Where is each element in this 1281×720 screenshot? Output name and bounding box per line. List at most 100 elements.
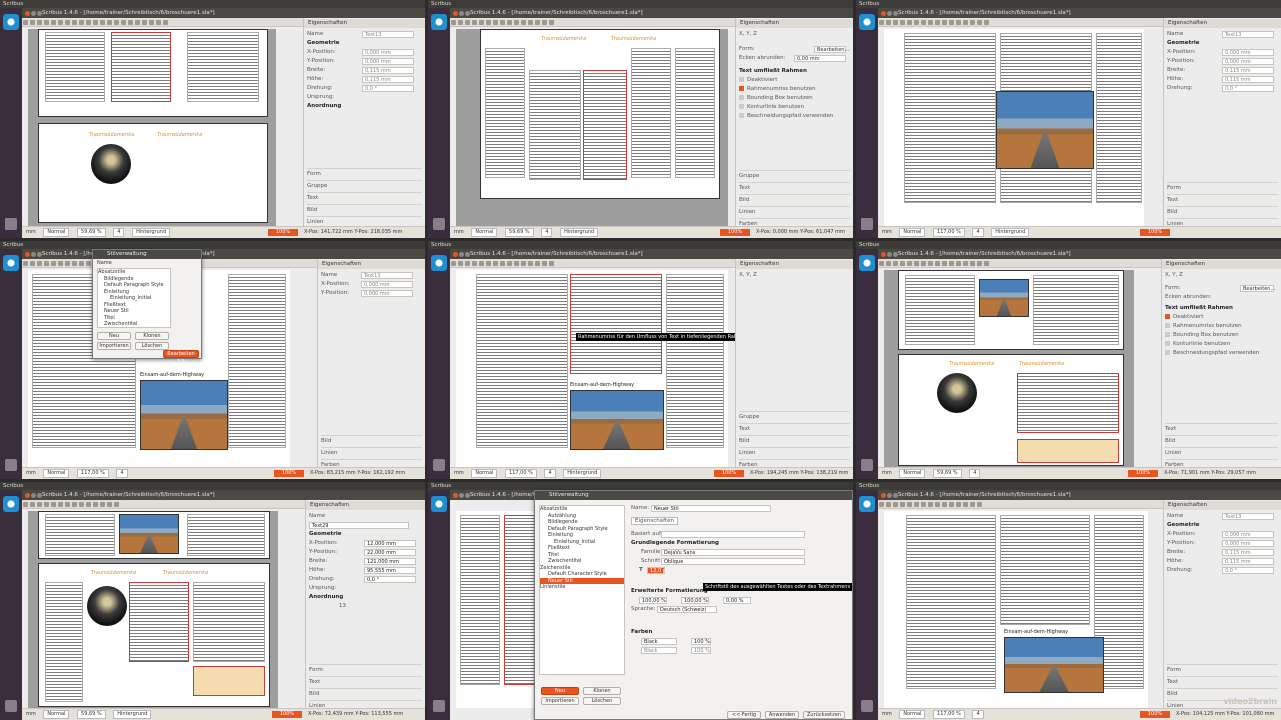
unit-select[interactable]: mm [454,229,464,235]
wrap-option[interactable]: Beschneidungspfad verwenden [1165,349,1278,358]
road-image[interactable] [140,380,228,450]
tree-item[interactable]: Linienstile [540,584,624,591]
xpos-field[interactable]: 0,000 mm [361,281,413,288]
scribus-app-icon[interactable] [431,255,447,271]
unit-select[interactable]: mm [882,470,892,476]
document-canvas[interactable]: Einsam-auf-dem-Highway [884,511,1148,708]
xyz-tab[interactable]: X, Y, Z [739,30,850,39]
style-tree[interactable]: Absatzstile Aufzählung Bildlegende Defau… [539,505,625,675]
window-controls[interactable] [881,10,899,18]
section-text[interactable]: Text [309,676,422,686]
trash-icon[interactable] [433,700,445,712]
import-button[interactable]: Importieren [541,697,579,705]
wrap-option[interactable]: Rahmenumriss benutzen [739,85,850,94]
fill-color-select[interactable]: Black [641,638,677,645]
tracking-field[interactable]: 0,00 % [723,597,751,604]
delete-button[interactable]: Löschen [135,342,169,350]
name-field[interactable]: Text29 [309,522,409,529]
xpos-field[interactable]: 12,000 mm [364,540,416,547]
tree-item[interactable]: Zwischentitel [98,321,170,327]
document-canvas[interactable] [884,29,1144,226]
unit-select[interactable]: mm [26,470,36,476]
style-tree[interactable]: Absatzstile Bildlegende Default Paragrap… [97,268,171,328]
trash-icon[interactable] [5,459,17,471]
section-group[interactable]: Gruppe [739,411,850,421]
zoom-field[interactable]: 117,00 % [933,228,965,237]
section-form[interactable]: Form [309,664,422,674]
section-image[interactable]: Bild [739,194,850,204]
name-field[interactable]: Text13 [1222,513,1274,520]
zoom-field[interactable]: 59,69 % [77,710,106,719]
scribus-app-icon[interactable] [859,14,875,30]
xpos-field[interactable]: 0,000 mm [362,49,414,56]
section-form[interactable]: Form [1167,182,1278,192]
ypos-field[interactable]: 0,000 mm [1222,540,1274,547]
wrap-option[interactable]: Bounding Box benutzen [1165,331,1278,340]
page-field[interactable]: 4 [969,469,981,478]
apply-button[interactable]: Anwenden [765,711,799,719]
page-field[interactable]: 4 [544,469,556,478]
layer-select[interactable]: Hintergrund [132,228,171,237]
page-field[interactable]: 4 [113,228,125,237]
zoom-field[interactable]: 117,00 % [505,469,537,478]
trash-icon[interactable] [5,218,17,230]
unit-select[interactable]: mm [882,711,892,717]
new-style-button[interactable]: Neu [541,687,579,695]
scribus-app-icon[interactable] [3,255,19,271]
section-text[interactable]: Text [739,423,850,433]
section-image[interactable]: Bild [321,435,422,445]
section-image[interactable]: Bild [739,435,850,445]
xpos-field[interactable]: 0,000 mm [1222,49,1274,56]
section-group[interactable]: Gruppe [739,170,850,180]
page-field[interactable]: 4 [972,710,984,719]
unit-select[interactable]: mm [882,229,892,235]
wrap-option[interactable]: Deaktiviert [1165,313,1278,322]
clone-button[interactable]: Klonen [135,332,169,340]
road-image[interactable] [1004,637,1104,693]
road-image[interactable] [570,390,664,450]
unit-select[interactable]: mm [454,470,464,476]
rotation-field[interactable]: 0,0 ° [364,576,416,583]
scribus-app-icon[interactable] [3,496,19,512]
trash-icon[interactable] [861,218,873,230]
section-text[interactable]: Text [1167,194,1278,204]
section-lines[interactable]: Linien [1165,447,1278,457]
height-field[interactable]: 0,115 mm [362,76,414,83]
corners-field[interactable]: 0,00 mm [794,55,846,62]
page-field[interactable]: 4 [972,228,984,237]
scribus-app-icon[interactable] [859,496,875,512]
mode-select[interactable]: Normal [899,228,926,237]
window-controls[interactable] [453,10,471,18]
edit-shape-button[interactable]: Bearbeiten... [814,46,849,53]
style-name-field[interactable]: Neuer Stil [651,505,771,512]
clone-button[interactable]: Klonen [583,687,621,695]
trash-icon[interactable] [861,459,873,471]
section-form[interactable]: Form [1167,664,1278,674]
layer-select[interactable]: Hintergrund [991,228,1030,237]
wrap-option[interactable]: Rahmenumriss benutzen [1165,322,1278,331]
mode-select[interactable]: Normal [899,469,926,478]
trash-icon[interactable] [433,218,445,230]
font-style-select[interactable]: Oblique [661,558,805,565]
stroke-color-select[interactable]: Black [641,647,677,654]
section-image[interactable]: Bild [1167,206,1278,216]
unit-select[interactable]: mm [26,711,36,717]
based-on-select[interactable] [661,531,805,538]
section-image[interactable]: Bild [1165,435,1278,445]
name-field[interactable]: Text13 [1222,31,1274,38]
page-field[interactable]: 4 [541,228,553,237]
rotation-field[interactable]: 0,0 ° [362,85,414,92]
wrap-option[interactable]: Deaktiviert [739,76,850,85]
wrap-option[interactable]: Beschneidungspfad verwenden [739,112,850,121]
section-text[interactable]: Text [739,182,850,192]
section-image[interactable]: Bild [309,688,422,698]
road-image[interactable] [996,91,1094,169]
document-canvas[interactable]: Traumsüdamerika Traumsüdamerika [28,29,276,226]
ypos-field[interactable]: 22,000 mm [364,549,416,556]
rotation-field[interactable]: 0,0 ° [1222,567,1274,574]
width-field[interactable]: 0,115 mm [362,67,414,74]
scribus-app-icon[interactable] [3,14,19,30]
document-canvas[interactable]: Einsam-auf-dem-Highway [456,270,728,467]
language-select[interactable]: Deutsch (Schweiz) [657,606,717,613]
page-field[interactable]: 4 [116,469,128,478]
